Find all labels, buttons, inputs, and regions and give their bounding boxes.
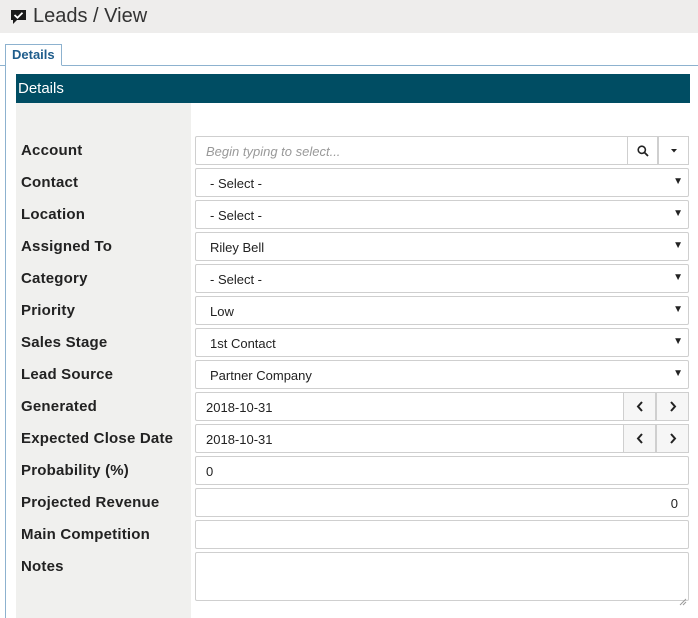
expected-close-date-label: Expected Close Date xyxy=(21,430,174,447)
account-label: Account xyxy=(21,142,83,159)
sales-stage-select[interactable]: 1st Contact ▼ xyxy=(195,328,689,357)
page-title: Leads / View xyxy=(33,5,148,27)
comment-check-icon xyxy=(10,8,28,26)
projected-revenue-value: 0 xyxy=(670,496,678,511)
dropdown-arrow-icon: ▼ xyxy=(673,304,683,315)
generated-date-value[interactable]: 2018-10-31 xyxy=(206,400,273,415)
priority-select[interactable]: Low ▼ xyxy=(195,296,689,325)
category-value: - Select - xyxy=(210,272,263,287)
projected-revenue-label: Projected Revenue xyxy=(21,494,160,511)
chevron-left-icon[interactable] xyxy=(623,424,656,453)
section-header: Details xyxy=(16,74,690,103)
lead-source-select[interactable]: Partner Company ▼ xyxy=(195,360,689,389)
expected-close-date-value[interactable]: 2018-10-31 xyxy=(206,432,273,447)
sales-stage-value: 1st Contact xyxy=(210,336,276,351)
contact-value: - Select - xyxy=(210,176,263,191)
lead-source-value: Partner Company xyxy=(210,368,312,383)
title-bar: Leads / View xyxy=(0,0,698,33)
chevron-left-icon[interactable] xyxy=(623,392,656,421)
account-field[interactable]: Begin typing to select... xyxy=(195,136,689,165)
priority-label: Priority xyxy=(21,302,76,319)
search-icon[interactable] xyxy=(627,136,658,165)
dropdown-arrow-icon: ▼ xyxy=(673,368,683,379)
resize-handle-icon[interactable] xyxy=(679,591,687,606)
dropdown-arrow-icon: ▼ xyxy=(673,272,683,283)
sales-stage-label: Sales Stage xyxy=(21,334,108,351)
contact-label: Contact xyxy=(21,174,79,191)
generated-label: Generated xyxy=(21,398,97,415)
tab-details[interactable]: Details xyxy=(5,44,62,66)
dropdown-arrow-icon: ▼ xyxy=(673,336,683,347)
chevron-right-icon[interactable] xyxy=(656,424,689,453)
notes-textarea[interactable] xyxy=(195,552,689,606)
contact-select[interactable]: - Select - ▼ xyxy=(195,168,689,197)
assigned-to-value: Riley Bell xyxy=(210,240,265,255)
dropdown-arrow-icon: ▼ xyxy=(673,208,683,219)
assigned-to-label: Assigned To xyxy=(21,238,113,255)
dropdown-arrow-icon: ▼ xyxy=(673,240,683,251)
probability-value: 0 xyxy=(206,464,214,479)
chevron-right-icon[interactable] xyxy=(656,392,689,421)
probability-input[interactable]: 0 xyxy=(195,456,689,485)
notes-label: Notes xyxy=(21,558,64,575)
main-competition-label: Main Competition xyxy=(21,526,151,543)
dropdown-arrow-icon: ▼ xyxy=(673,176,683,187)
category-select[interactable]: - Select - ▼ xyxy=(195,264,689,293)
priority-value: Low xyxy=(210,304,234,319)
category-label: Category xyxy=(21,270,88,287)
tab-strip: Details xyxy=(0,44,698,66)
account-input[interactable]: Begin typing to select... xyxy=(206,144,340,159)
generated-date-field[interactable]: 2018-10-31 xyxy=(195,392,689,421)
location-value: - Select - xyxy=(210,208,263,223)
main-competition-input[interactable] xyxy=(195,520,689,549)
location-select[interactable]: - Select - ▼ xyxy=(195,200,689,229)
chevron-down-icon[interactable] xyxy=(658,136,689,165)
lead-source-label: Lead Source xyxy=(21,366,114,383)
probability-label: Probability (%) xyxy=(21,462,130,479)
location-label: Location xyxy=(21,206,86,223)
assigned-to-select[interactable]: Riley Bell ▼ xyxy=(195,232,689,261)
projected-revenue-input[interactable]: 0 xyxy=(195,488,689,517)
expected-close-date-field[interactable]: 2018-10-31 xyxy=(195,424,689,453)
